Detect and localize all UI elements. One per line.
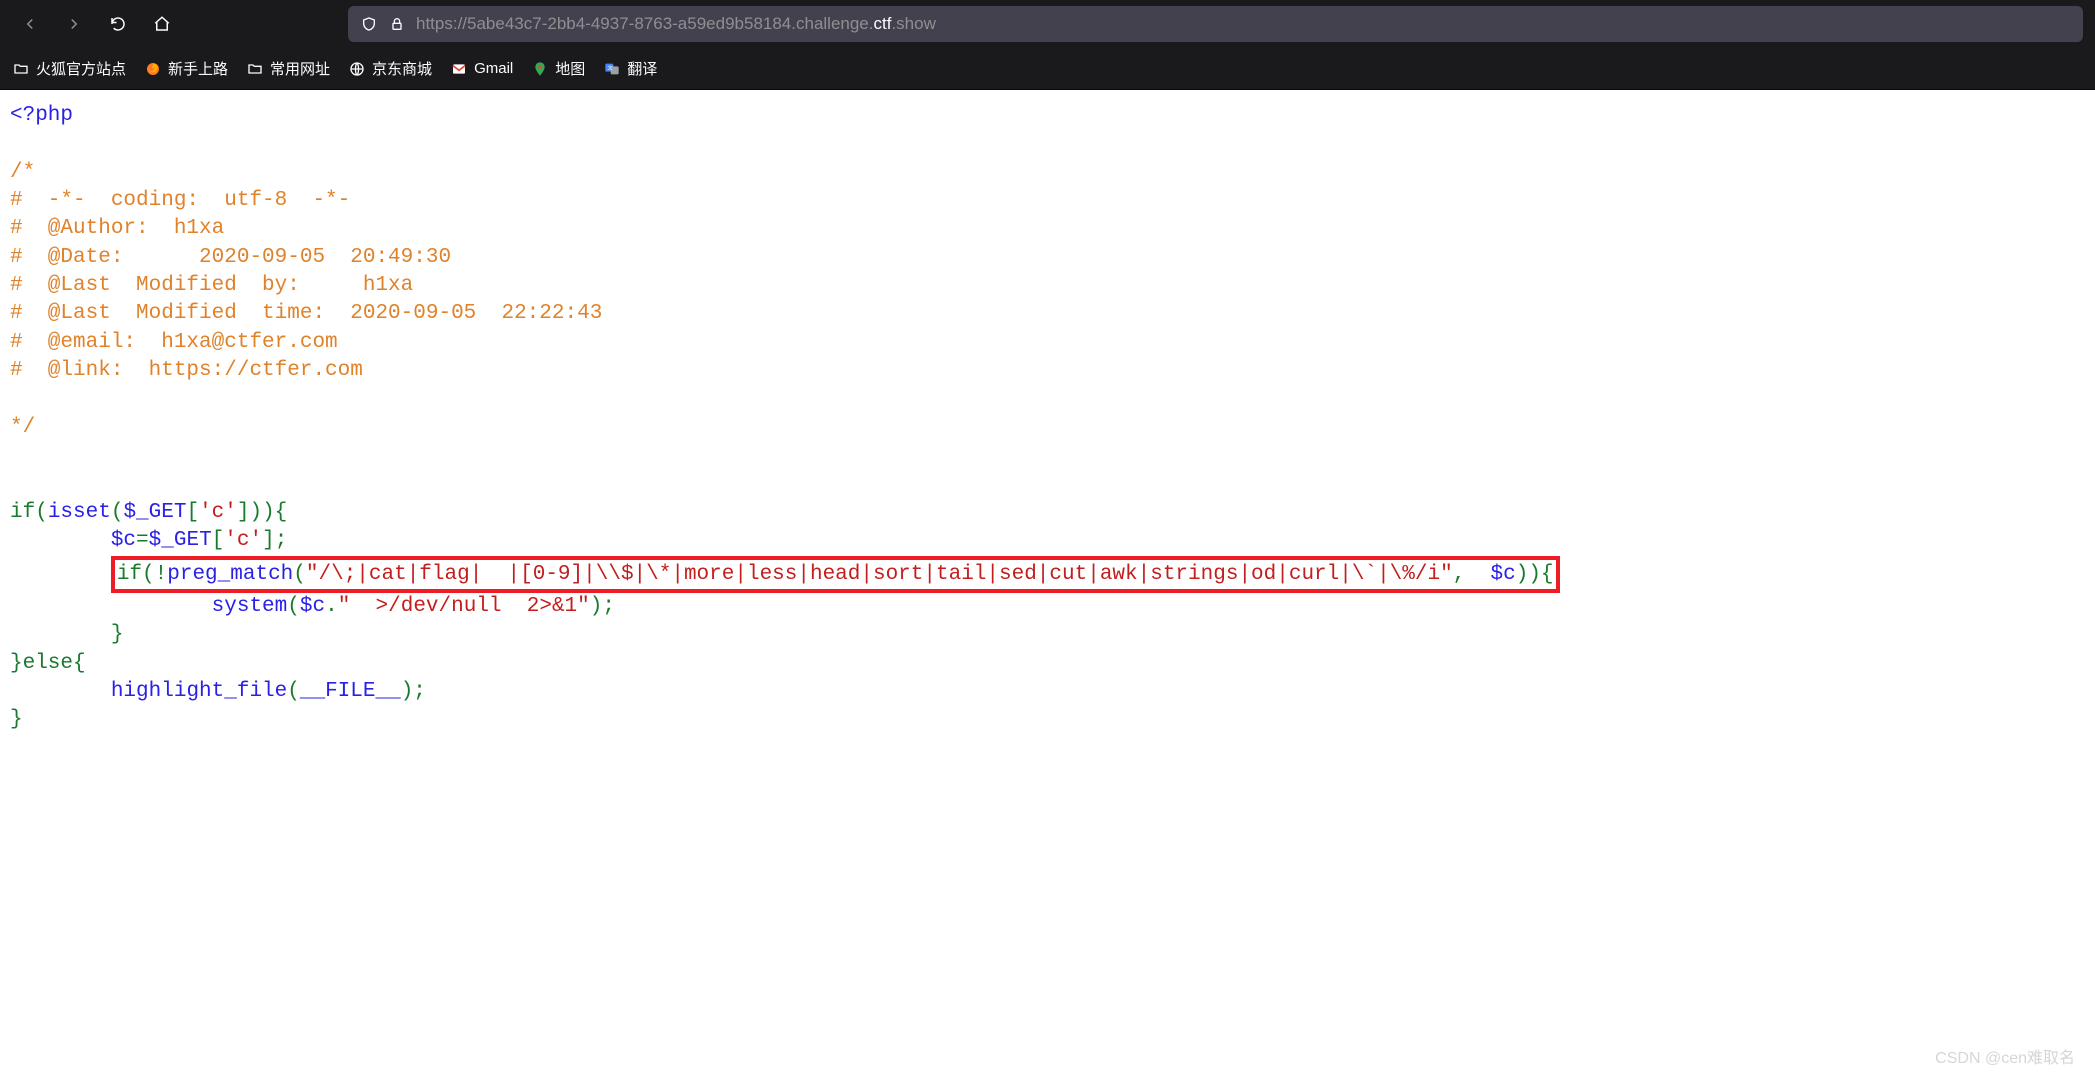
bookmark-item-firefox-official[interactable]: 火狐官方站点 [12,58,126,79]
paren: ( [287,680,300,703]
bookmark-item-jd[interactable]: 京东商城 [348,58,432,79]
var-get: $_GET [123,501,186,524]
kw-else: }else{ [10,652,86,675]
var-c: $c [300,595,325,618]
watermark: CSDN @cen难取名 [1935,1044,2075,1068]
brace-close: } [111,623,124,646]
bracket: [ [212,529,225,552]
paren: ( [293,563,306,586]
back-button[interactable] [12,6,48,42]
kw-if-not: if(! [117,563,167,586]
browser-toolbar: https://5abe43c7-2bb4-4937-8763-a59ed9b5… [0,0,2095,48]
semi: ); [401,680,426,703]
fn-highlightfile: highlight_file [111,680,287,703]
fn-isset: isset [48,501,111,524]
php-comment-block: /* # -*- coding: utf-8 -*- # @Author: h1… [10,161,602,439]
bookmark-item-gmail[interactable]: Gmail [450,60,513,78]
bookmark-item-translate[interactable]: 文 翻译 [603,58,657,79]
bracket: [ [186,501,199,524]
comma: , [1453,563,1491,586]
bookmark-label: Gmail [474,60,513,77]
browser-chrome: https://5abe43c7-2bb4-4937-8763-a59ed9b5… [0,0,2095,90]
bookmark-item-common[interactable]: 常用网址 [246,58,330,79]
folder-icon [246,60,264,78]
url-text: https://5abe43c7-2bb4-4937-8763-a59ed9b5… [416,14,936,34]
kw-if: if( [10,501,48,524]
regex-string: "/\;|cat|flag| |[0-9]|\\$|\*|more|less|h… [306,563,1453,586]
gmaps-icon [531,60,549,78]
reload-icon [109,15,127,33]
php-source: <?php /* # -*- coding: utf-8 -*- # @Auth… [10,102,2085,735]
forward-button[interactable] [56,6,92,42]
dot: . [325,595,338,618]
bookmark-label: 京东商城 [372,58,432,79]
shield-icon [360,15,378,33]
fn-system: system [212,595,288,618]
paren: ( [287,595,300,618]
lock-icon [388,15,406,33]
gmail-icon [450,60,468,78]
bookmark-item-getting-started[interactable]: 新手上路 [144,58,228,79]
var-c: $c [111,529,136,552]
eq: = [136,529,149,552]
bookmark-label: 常用网址 [270,58,330,79]
semi: ); [590,595,615,618]
bookmark-label: 新手上路 [168,58,228,79]
semi: ]; [262,529,287,552]
firefox-icon [144,60,162,78]
str-c: 'c' [199,501,237,524]
home-icon [153,15,171,33]
var-c: $c [1491,563,1516,586]
address-bar[interactable]: https://5abe43c7-2bb4-4937-8763-a59ed9b5… [348,6,2083,42]
globe-icon [348,60,366,78]
page-content: <?php /* # -*- coding: utf-8 -*- # @Auth… [0,90,2095,747]
folder-icon [12,60,30,78]
php-open-tag: <?php [10,104,73,127]
bookmark-item-maps[interactable]: 地图 [531,58,585,79]
reload-button[interactable] [100,6,136,42]
bookmark-label: 翻译 [627,58,657,79]
str-redirect: " >/dev/null 2>&1" [338,595,590,618]
gtranslate-icon: 文 [603,60,621,78]
arrow-right-icon [65,15,83,33]
const-file: __FILE__ [300,680,401,703]
fn-pregmatch: preg_match [167,563,293,586]
brace-close: } [10,708,23,731]
bookmarks-bar: 火狐官方站点 新手上路 常用网址 京东商城 Gmail 地图 文 翻译 [0,48,2095,90]
paren: ( [111,501,124,524]
home-button[interactable] [144,6,180,42]
bookmark-label: 火狐官方站点 [36,58,126,79]
highlighted-filter-line: if(!preg_match("/\;|cat|flag| |[0-9]|\\$… [111,556,1560,593]
arrow-left-icon [21,15,39,33]
close-cond: ])){ [237,501,287,524]
str-c: 'c' [224,529,262,552]
close-cond: )){ [1516,563,1554,586]
bookmark-label: 地图 [555,58,585,79]
var-get: $_GET [149,529,212,552]
